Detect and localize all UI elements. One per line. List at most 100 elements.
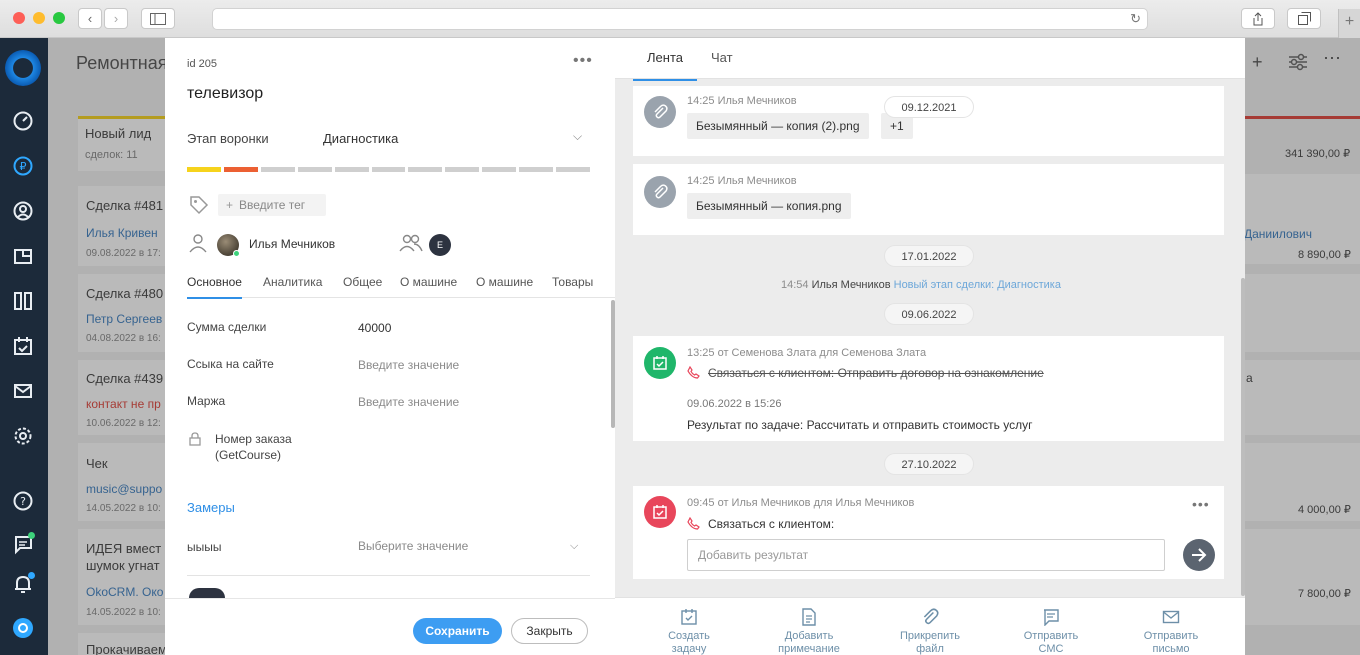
save-button[interactable]: Сохранить: [413, 618, 502, 644]
avatar[interactable]: [217, 234, 240, 257]
date-separator: 09.12.2021: [884, 96, 974, 118]
contacts-icon[interactable]: [12, 200, 34, 222]
action-label: Отправить: [1143, 630, 1199, 642]
send-email-button[interactable]: Отправить письмо: [1126, 608, 1216, 655]
scrollbar[interactable]: [1241, 278, 1245, 596]
stage-progress-bar[interactable]: [187, 167, 590, 172]
avatar: [189, 588, 225, 598]
minimize-window-button[interactable]: [33, 12, 45, 24]
group-avatar[interactable]: E: [429, 234, 451, 256]
paperclip-icon: [644, 96, 676, 128]
tab-feed[interactable]: Лента: [633, 50, 697, 81]
file-attachment[interactable]: Безымянный — копия (2).png: [687, 113, 869, 139]
select-field[interactable]: Выберите значение: [358, 539, 468, 553]
action-label: письмо: [1152, 643, 1190, 655]
close-button[interactable]: Закрыть: [511, 618, 588, 644]
calendar-check-icon: [644, 347, 676, 379]
pipeline-icon[interactable]: [12, 290, 34, 312]
add-note-button[interactable]: Добавить примечание: [764, 608, 854, 655]
stage-segment[interactable]: [482, 167, 517, 172]
tab-main[interactable]: Основное: [187, 275, 242, 299]
locked-field-label: Номер заказа: [215, 432, 292, 446]
arrow-right-icon: [1192, 548, 1207, 562]
share-button[interactable]: [1241, 8, 1275, 29]
stage-segment[interactable]: [297, 167, 332, 172]
task-icon: [681, 609, 697, 625]
tab-general[interactable]: Общее: [343, 275, 382, 289]
create-task-button[interactable]: Создать задачу: [644, 608, 734, 655]
app-logo[interactable]: [5, 50, 41, 86]
file-attachment[interactable]: Безымянный — копия.png: [687, 193, 851, 219]
address-bar[interactable]: ↻: [212, 8, 1148, 30]
owner-name[interactable]: Илья Мечников: [249, 237, 335, 251]
stage-segment[interactable]: [223, 167, 258, 172]
site-link-field[interactable]: Введите значение: [358, 358, 459, 372]
chevron-left-icon: ‹: [87, 11, 93, 26]
stage-segment[interactable]: [260, 167, 295, 172]
stage-select[interactable]: Диагностика: [323, 131, 398, 146]
new-tab-button[interactable]: +: [1338, 9, 1360, 38]
finance-icon[interactable]: ₽: [12, 155, 34, 177]
action-label: СМС: [1038, 643, 1064, 655]
stage-segment[interactable]: [187, 167, 221, 172]
tag-input[interactable]: + Введите тег: [218, 194, 326, 216]
mail-icon: [1162, 610, 1180, 624]
section-title[interactable]: Замеры: [187, 500, 235, 515]
margin-field[interactable]: Введите значение: [358, 395, 459, 409]
help-icon[interactable]: ?: [12, 490, 34, 512]
chevron-down-icon[interactable]: ⌵: [573, 129, 582, 144]
send-button[interactable]: [1183, 539, 1215, 571]
tab-chat[interactable]: Чат: [711, 50, 733, 65]
event-text: Новый этап сделки: Диагностика: [893, 279, 1061, 291]
deal-more-icon[interactable]: •••: [573, 52, 593, 70]
event-user: Илья Мечников: [811, 279, 891, 291]
stage-segment[interactable]: [445, 167, 480, 172]
bell-icon[interactable]: [12, 572, 35, 595]
field-label: ыыыы: [187, 540, 222, 554]
action-label: Отправить: [1023, 630, 1079, 642]
dashboard-icon[interactable]: [12, 110, 34, 132]
tab-analytics[interactable]: Аналитика: [263, 275, 322, 289]
plus-icon: +: [226, 198, 234, 212]
phone-icon: [687, 516, 700, 533]
stage-segment[interactable]: [334, 167, 369, 172]
tabs-overview-button[interactable]: [1287, 8, 1321, 29]
attach-file-button[interactable]: Прикрепить файл: [885, 608, 975, 655]
task-result: Результат по задаче: Рассчитать и отправ…: [687, 418, 1033, 432]
close-window-button[interactable]: [13, 12, 25, 24]
field-label: Ссыка на сайте: [187, 357, 274, 371]
stage-segment[interactable]: [556, 167, 590, 172]
tab-car[interactable]: О машине: [400, 275, 457, 289]
feed-meta: 09:45 от Илья Мечников для Илья Мечников: [687, 497, 915, 509]
tab-car-2[interactable]: О машине: [476, 275, 533, 289]
forward-button[interactable]: ›: [104, 8, 128, 29]
drawer-footer: Сохранить Закрыть: [165, 598, 615, 655]
task-more-icon[interactable]: •••: [1192, 496, 1210, 512]
amount-field[interactable]: 40000: [358, 321, 391, 335]
settings-icon[interactable]: [12, 425, 34, 447]
sidebar-toggle-button[interactable]: [141, 8, 175, 29]
tag-icon: [189, 195, 209, 218]
result-input[interactable]: Добавить результат: [687, 539, 1165, 571]
stage-segment[interactable]: [371, 167, 406, 172]
feed-meta: 13:25 от Семенова Злата для Семенова Зла…: [687, 347, 927, 359]
feed-file-item: 14:25 Илья Мечников Безымянный — копия.p…: [633, 164, 1224, 235]
box-icon[interactable]: [12, 245, 34, 267]
reload-icon[interactable]: ↻: [1130, 11, 1141, 27]
send-sms-button[interactable]: Отправить СМС: [1006, 608, 1096, 655]
stage-segment[interactable]: [519, 167, 554, 172]
stage-segment[interactable]: [408, 167, 443, 172]
back-button[interactable]: ‹: [78, 8, 102, 29]
tab-products[interactable]: Товары: [552, 275, 593, 289]
feed-tabs: Лента Чат: [615, 38, 1245, 81]
deal-title[interactable]: телевизор: [187, 85, 263, 103]
chevron-right-icon: ›: [113, 11, 119, 26]
zoom-window-button[interactable]: [53, 12, 65, 24]
calendar-icon[interactable]: [12, 335, 34, 357]
mail-icon[interactable]: [12, 380, 34, 402]
support-icon[interactable]: [12, 617, 34, 639]
chat-icon[interactable]: [12, 532, 35, 555]
tabs-icon: [1297, 12, 1311, 25]
chevron-down-icon[interactable]: ⌵: [570, 540, 578, 553]
online-indicator: [233, 250, 240, 257]
